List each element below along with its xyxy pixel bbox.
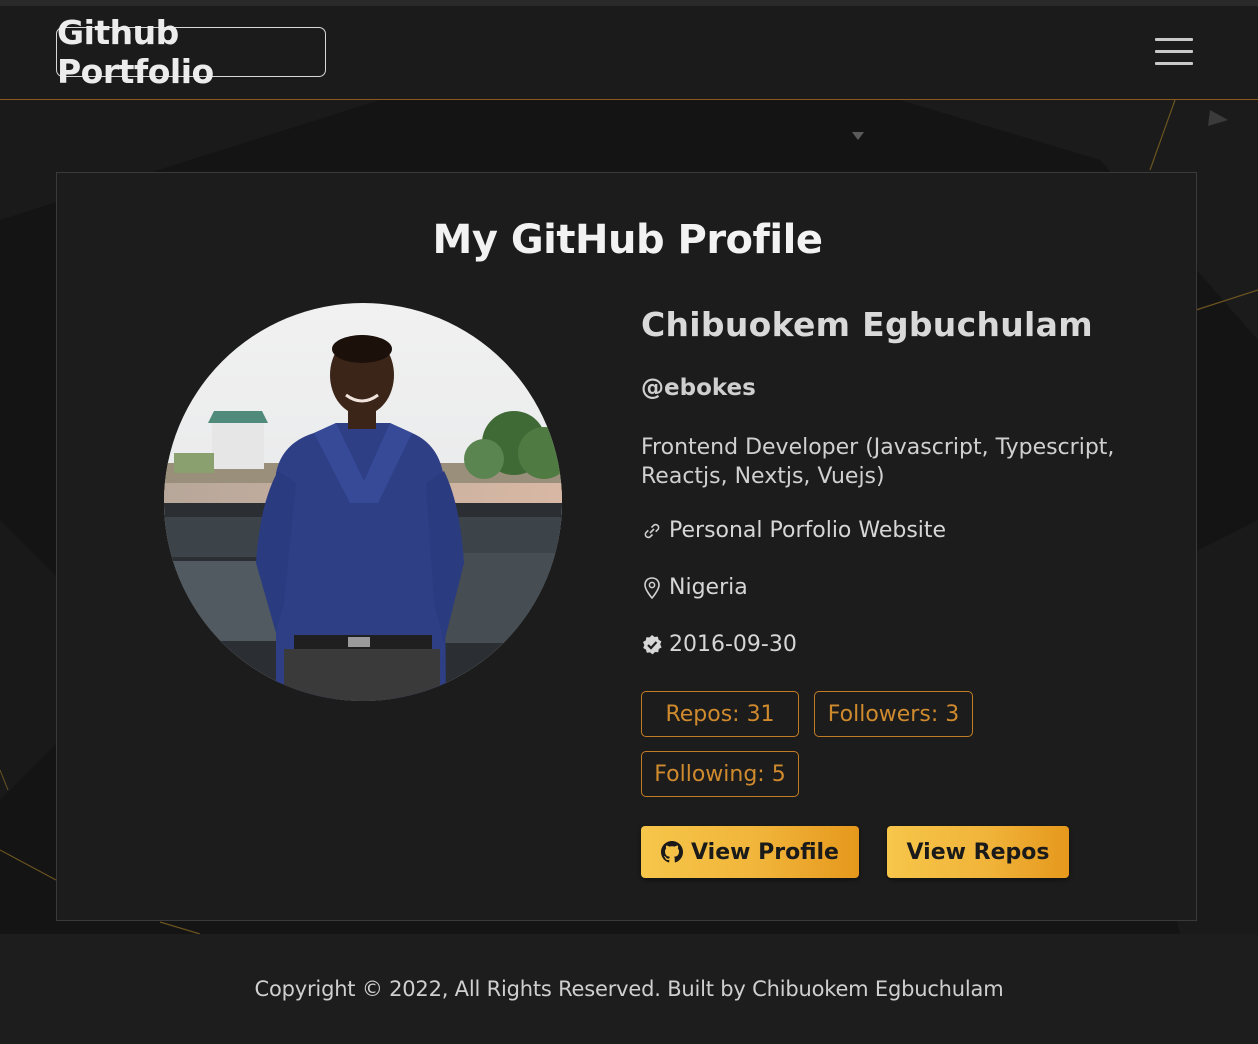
website-link[interactable]: Personal Porfolio Website xyxy=(641,518,946,543)
view-repos-label: View Repos xyxy=(906,839,1050,865)
brand-logo[interactable]: Github Portfolio xyxy=(56,13,326,91)
following-count-badge: Following: 5 xyxy=(641,751,799,797)
website-label: Personal Porfolio Website xyxy=(669,518,947,543)
profile-card: My GitHub Profile Chibuokem Egbuchulam @… xyxy=(56,172,1197,921)
location-pin-icon xyxy=(644,576,660,599)
hamburger-menu-icon[interactable] xyxy=(1152,36,1196,68)
joined-date: 2016-09-30 xyxy=(669,632,797,657)
avatar-photo xyxy=(164,303,562,701)
location-row: Nigeria xyxy=(641,575,748,600)
profile-info: Chibuokem Egbuchulam @ebokes Frontend De… xyxy=(641,173,1181,922)
github-icon xyxy=(661,841,684,863)
profile-username: @ebokes xyxy=(641,375,756,401)
view-profile-label: View Profile xyxy=(691,839,839,865)
copyright-text: Copyright © 2022, All Rights Reserved. B… xyxy=(254,977,1004,1001)
avatar xyxy=(164,303,562,701)
menu-bar xyxy=(1155,62,1193,65)
followers-count-badge: Followers: 3 xyxy=(814,691,973,737)
view-profile-button[interactable]: View Profile xyxy=(641,826,859,878)
verified-badge-icon xyxy=(643,634,662,654)
view-repos-button[interactable]: View Repos xyxy=(887,826,1069,878)
profile-name: Chibuokem Egbuchulam xyxy=(641,305,1093,344)
menu-bar xyxy=(1155,38,1193,41)
footer: Copyright © 2022, All Rights Reserved. B… xyxy=(0,934,1258,1044)
profile-bio: Frontend Developer (Javascript, Typescri… xyxy=(641,435,1115,489)
navbar: Github Portfolio xyxy=(0,6,1258,100)
link-icon xyxy=(644,523,660,538)
joined-row: 2016-09-30 xyxy=(641,632,797,657)
repos-count-badge: Repos: 31 xyxy=(641,691,799,737)
location-text: Nigeria xyxy=(669,575,748,600)
hero-section: My GitHub Profile Chibuokem Egbuchulam @… xyxy=(0,100,1258,934)
menu-bar xyxy=(1155,50,1193,53)
